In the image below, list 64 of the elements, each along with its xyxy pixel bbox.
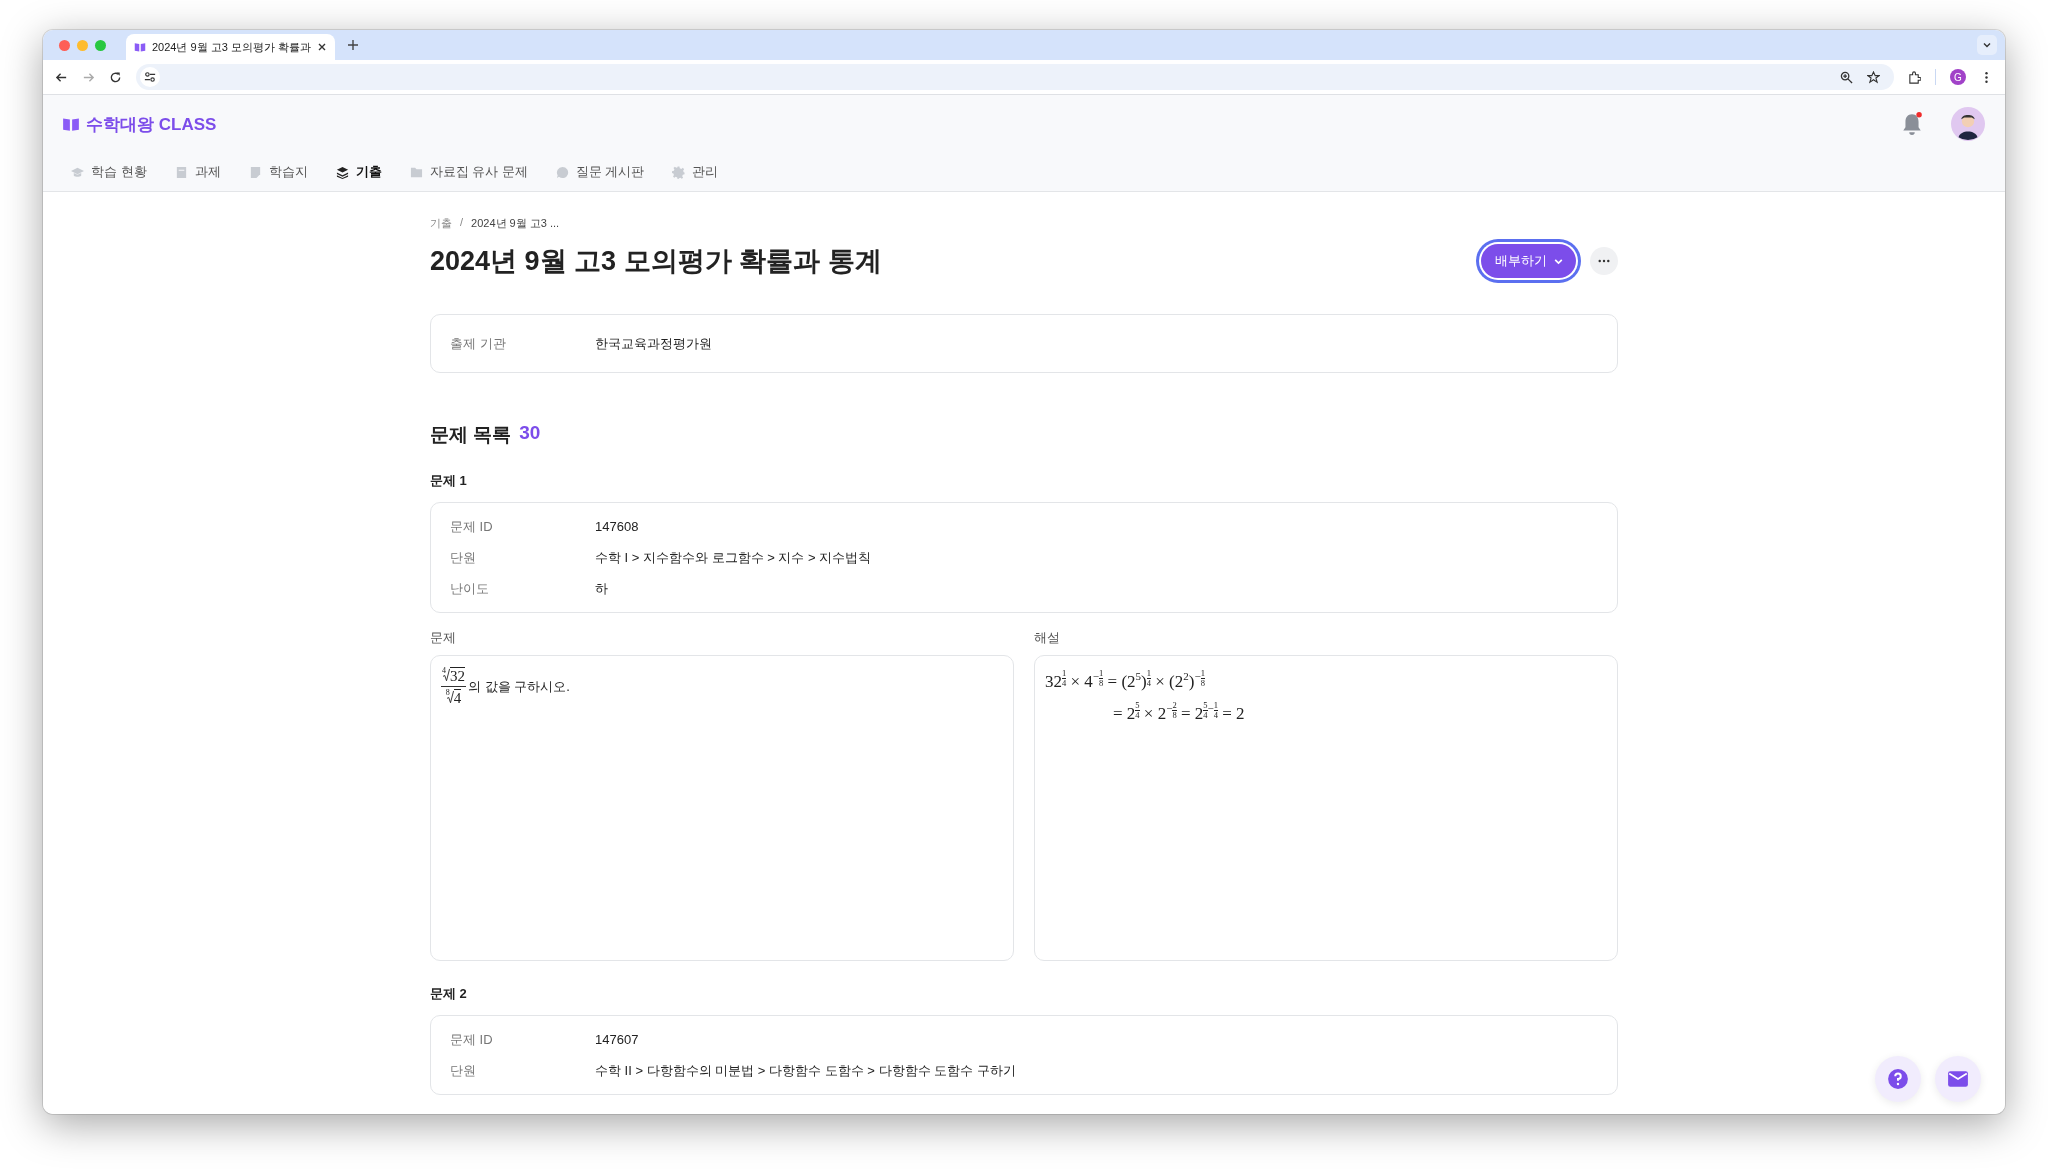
section-heading: 문제 목록 — [430, 423, 512, 447]
book-icon — [134, 41, 146, 53]
field-value: 수학 II > 다항함수의 미분법 > 다항함수 도함수 > 다항함수 도함수 구하기 — [595, 1062, 1016, 1080]
reload-icon[interactable] — [109, 70, 122, 84]
page-title: 2024년 9월 고3 모의평가 확률과 통계 — [430, 245, 883, 278]
note-icon — [248, 165, 262, 179]
field-value: 하 — [595, 580, 608, 598]
breadcrumb-separator: / — [460, 216, 464, 230]
field-label: 단원 — [450, 549, 477, 567]
zoom-icon[interactable] — [1840, 70, 1853, 84]
field-label: 출제 기관 — [450, 335, 507, 353]
solution-label: 해설 — [1034, 629, 1061, 647]
message-button[interactable] — [1935, 1056, 1981, 1102]
folder-icon — [409, 165, 423, 179]
gear-icon — [672, 165, 686, 179]
nav-tab[interactable]: 학습지 — [248, 163, 308, 181]
question-text: 의 값을 구하시오. — [468, 677, 570, 696]
nav-tab[interactable]: 자료집 유사 문제 — [409, 163, 528, 181]
tab-menu-button[interactable] — [1977, 35, 1997, 55]
book-icon — [62, 115, 80, 133]
help-button[interactable] — [1875, 1056, 1921, 1102]
breadcrumb-link[interactable]: 기출 — [430, 216, 452, 231]
field-label: 문제 ID — [450, 1031, 494, 1049]
problem-title: 문제 1 — [430, 472, 468, 490]
graduation-cap-icon — [71, 165, 84, 179]
user-avatar[interactable] — [1951, 107, 1985, 141]
radical-index: 4 — [442, 666, 446, 675]
profile-avatar[interactable]: G — [1950, 69, 1966, 85]
nav-tab[interactable]: 질문 게시판 — [555, 163, 645, 181]
nav-tab[interactable]: 학습 현황 — [71, 163, 147, 181]
field-value: 147607 — [595, 1031, 639, 1049]
tab-title: 2024년 9월 고3 모의평가 확률과 — [152, 39, 311, 55]
notification-bell-icon[interactable] — [1901, 112, 1923, 136]
field-value: 한국교육과정평가원 — [595, 335, 712, 353]
puzzle-icon[interactable] — [1908, 70, 1921, 84]
close-icon[interactable] — [316, 42, 327, 52]
radicand: 4 — [453, 689, 462, 706]
radical-index: 8 — [445, 688, 450, 697]
field-value: 수학 I > 지수함수와 로그함수 > 지수 > 지수법칙 — [595, 549, 872, 567]
nav-tab[interactable]: 관리 — [672, 163, 719, 181]
field-label: 단원 — [450, 1062, 477, 1080]
more-horizontal-icon — [1598, 259, 1610, 263]
problem-count: 30 — [519, 422, 541, 445]
radical-sign-icon — [443, 668, 450, 683]
nav-tab[interactable]: 기출 — [335, 163, 382, 181]
question-circle-icon — [1887, 1068, 1909, 1090]
layers-icon — [335, 165, 349, 179]
app-logo[interactable]: 수학대왕 CLASS — [86, 112, 217, 136]
breadcrumb-link[interactable]: 2024년 9월 고3 ... — [471, 216, 560, 231]
document-icon — [174, 165, 188, 179]
field-value: 147608 — [595, 518, 639, 536]
field-label: 문제 ID — [450, 518, 494, 536]
envelope-icon — [1947, 1070, 1969, 1088]
field-label: 난이도 — [450, 580, 490, 598]
nav-tab[interactable]: 과제 — [174, 163, 221, 181]
problem-title: 문제 2 — [430, 985, 468, 1003]
star-icon[interactable] — [1867, 70, 1880, 84]
site-settings-icon[interactable] — [140, 67, 160, 87]
browser-tab[interactable]: 2024년 9월 고3 모의평가 확률과 — [126, 34, 335, 60]
new-tab-icon[interactable] — [346, 39, 359, 51]
radicand: 32 — [450, 667, 465, 684]
question-label: 문제 — [430, 629, 457, 647]
chevron-down-icon — [1982, 40, 1992, 50]
radical-sign-icon — [446, 690, 454, 705]
